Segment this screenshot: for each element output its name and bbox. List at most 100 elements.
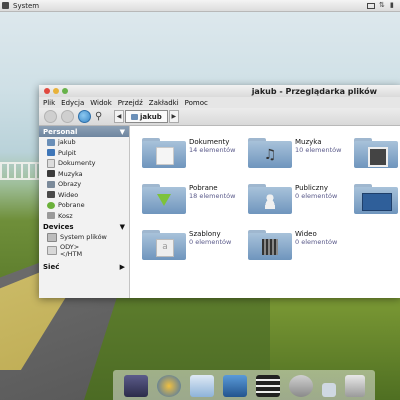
breadcrumb-left-arrow[interactable]: ◀: [114, 110, 124, 123]
sidebar-header-label: Sieć: [43, 263, 60, 271]
drive-icon: [47, 232, 57, 242]
videos-icon: [248, 230, 292, 260]
sidebar-item-label: Obrazy: [58, 180, 82, 189]
title-bar[interactable]: jakub - Przeglądarka plików: [39, 85, 400, 97]
document-icon: [47, 158, 55, 168]
chevron-down-icon: ▼: [119, 127, 125, 136]
sidebar-item-optical[interactable]: ODY> </HTM: [39, 243, 129, 259]
dock-trash-icon[interactable]: [344, 375, 365, 397]
toolbar: ⚲ ◀ jakub ▶: [39, 108, 400, 126]
back-button[interactable]: [44, 110, 57, 123]
desktop-icon: [47, 149, 55, 157]
sidebar-item-label: Pulpit: [58, 148, 77, 157]
folder-item[interactable]: [354, 184, 398, 214]
sidebar-item-muzyka[interactable]: Muzyka: [39, 169, 129, 180]
file-browser-window: jakub - Przeglądarka plików Plik Edycja …: [39, 85, 400, 298]
sidebar-item-label: Muzyka: [58, 169, 83, 178]
sidebar-header-network[interactable]: Sieć ▶: [39, 262, 129, 273]
desktop-icon: [354, 184, 398, 214]
breadcrumb: ◀ jakub ▶: [114, 110, 179, 123]
window-controls: [44, 88, 68, 94]
sidebar-item-label: jakub: [58, 138, 76, 147]
sidebar-item-label: Pobrane: [58, 201, 85, 210]
folder-name: Pobrane: [189, 184, 218, 192]
minimize-button[interactable]: [53, 88, 59, 94]
folder-count: 0 elementów: [189, 238, 232, 246]
sidebar-item-label: Kosz: [58, 211, 73, 220]
home-button[interactable]: [78, 110, 91, 123]
dock-browser-icon[interactable]: [156, 375, 181, 397]
sidebar-item-wideo[interactable]: Wideo: [39, 190, 129, 201]
home-icon: [47, 138, 55, 146]
sidebar-header-personal[interactable]: Personal ▼: [39, 126, 129, 137]
downloads-icon: [142, 184, 186, 214]
folder-item[interactable]: [354, 138, 398, 168]
system-menu[interactable]: System: [13, 2, 39, 10]
pictures-icon: [354, 138, 398, 168]
window-title: jakub - Przeglądarka plików: [251, 86, 377, 96]
templates-icon: a: [142, 230, 186, 260]
sidebar-item-obrazy[interactable]: Obrazy: [39, 179, 129, 190]
dock-video-icon[interactable]: [255, 375, 280, 397]
sidebar-item-pulpit[interactable]: Pulpit: [39, 148, 129, 159]
pictures-icon: [47, 180, 55, 188]
chevron-down-icon: ▼: [119, 222, 125, 231]
video-icon: [47, 191, 55, 199]
folder-name: Publiczny: [295, 184, 328, 192]
volume-icon[interactable]: ▮: [390, 2, 397, 9]
network-icon[interactable]: ⇅: [379, 2, 386, 9]
dock: [113, 370, 375, 400]
dock-photos-icon[interactable]: [222, 375, 247, 397]
menu-pomoc[interactable]: Pomoc: [185, 99, 208, 107]
applications-icon[interactable]: [2, 2, 9, 9]
file-view: Dokumenty 14 elementów ♫ Muzyka 10 element…: [130, 126, 400, 298]
fence-background: [0, 162, 40, 180]
public-icon: [248, 184, 292, 214]
dock-speaker-icon[interactable]: [288, 375, 313, 397]
close-button[interactable]: [44, 88, 50, 94]
menu-zakladki[interactable]: Zakładki: [149, 99, 179, 107]
folder-item[interactable]: ♫ Muzyka 10 elementów: [248, 138, 341, 168]
sidebar-item-pobrane[interactable]: Pobrane: [39, 200, 129, 211]
breadcrumb-home[interactable]: jakub: [125, 110, 168, 123]
menu-bar: Plik Edycja Widok Przejdź Zakładki Pomoc: [39, 97, 400, 108]
folder-count: 10 elementów: [295, 146, 342, 154]
folder-count: 0 elementów: [295, 238, 338, 246]
folder-name: Muzyka: [295, 138, 322, 146]
sidebar-item-label: ODY> </HTM: [60, 242, 83, 258]
folder-item[interactable]: a Szablony 0 elementów: [142, 230, 231, 260]
window-body: Personal ▼ jakub Pulpit Dokumenty Muzyka…: [39, 126, 400, 298]
sidebar-item-kosz[interactable]: Kosz: [39, 211, 129, 222]
maximize-button[interactable]: [62, 88, 68, 94]
dock-app-icon[interactable]: [123, 375, 148, 397]
sidebar-item-filesystem[interactable]: System plików: [39, 232, 129, 243]
search-icon[interactable]: ⚲: [95, 111, 106, 122]
dock-separator-icon: [321, 383, 336, 397]
breadcrumb-right-arrow[interactable]: ▶: [168, 110, 179, 123]
menu-plik[interactable]: Plik: [43, 99, 55, 107]
dock-mail-icon[interactable]: [189, 375, 214, 397]
sidebar-header-label: Personal: [43, 127, 78, 136]
trash-icon: [47, 212, 55, 220]
sidebar-item-label: Dokumenty: [58, 159, 96, 168]
sidebar-item-dokumenty[interactable]: Dokumenty: [39, 158, 129, 169]
sidebar: Personal ▼ jakub Pulpit Dokumenty Muzyka…: [39, 126, 130, 298]
folder-item[interactable]: Pobrane 18 elementów: [142, 184, 235, 214]
download-icon: [47, 201, 55, 209]
menu-widok[interactable]: Widok: [90, 99, 112, 107]
sidebar-item-jakub[interactable]: jakub: [39, 137, 129, 148]
menu-edycja[interactable]: Edycja: [61, 99, 84, 107]
documents-icon: [142, 138, 186, 168]
folder-name: Szablony: [189, 230, 221, 238]
menu-przejdz[interactable]: Przejdź: [118, 99, 143, 107]
folder-item[interactable]: Publiczny 0 elementów: [248, 184, 337, 214]
sidebar-header-devices[interactable]: Devices ▼: [39, 221, 129, 232]
folder-item[interactable]: Wideo 0 elementów: [248, 230, 337, 260]
folder-item[interactable]: Dokumenty 14 elementów: [142, 138, 235, 168]
breadcrumb-label: jakub: [140, 112, 162, 121]
forward-button[interactable]: [61, 110, 74, 123]
folder-count: 0 elementów: [295, 192, 338, 200]
system-tray: ⇅ ▮: [367, 2, 397, 9]
mail-icon[interactable]: [367, 2, 375, 9]
chevron-right-icon: ▶: [119, 263, 125, 271]
